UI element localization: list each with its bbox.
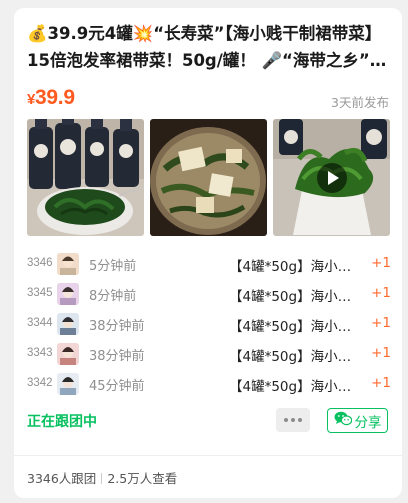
more-dots-icon (284, 418, 288, 422)
user-avatar (57, 313, 79, 335)
group-buy-card[interactable]: 💰39.9元4罐💥“长寿菜”【海小贱干制裙带菜】15倍泡发率裙带菜！50g/罐！… (14, 8, 402, 498)
order-product: 【4罐*50g】海小贱干制裙带菜 (229, 259, 357, 275)
order-quantity: +1 (371, 315, 391, 331)
order-quantity: +1 (371, 345, 391, 361)
followers-count: 3346人跟团 (27, 471, 97, 486)
share-label: 分享 (354, 414, 382, 431)
order-quantity: +1 (371, 255, 391, 271)
order-number: 3342 (27, 377, 53, 389)
seaweed-jars-photo[interactable] (27, 119, 144, 236)
group-status: 正在跟团中 (27, 414, 97, 430)
price: ¥39.9 (27, 86, 75, 110)
seaweed-bowl-video[interactable] (273, 119, 390, 236)
user-avatar (57, 373, 79, 395)
order-row[interactable]: 3345 8分钟前 【4罐*50g】海小贱干制裙带菜 +1 (27, 279, 391, 309)
posted-time: 3天前发布 (331, 95, 389, 110)
order-number: 3343 (27, 347, 53, 359)
price-row: ¥39.9 3天前发布 (27, 86, 389, 112)
order-list: 3346 5分钟前 【4罐*50g】海小贱干制裙带菜 +1 3345 8分钟前 … (27, 249, 391, 399)
order-number: 3344 (27, 317, 53, 329)
order-product: 【4罐*50g】海小贱干制裙带菜 (229, 319, 357, 335)
share-button[interactable]: 分享 (327, 408, 388, 433)
views-count: 2.5万人查看 (107, 471, 178, 486)
order-product: 【4罐*50g】海小贱干制裙带菜 (229, 289, 357, 305)
more-button[interactable] (276, 408, 310, 432)
order-row[interactable]: 3346 5分钟前 【4罐*50g】海小贱干制裙带菜 +1 (27, 249, 391, 279)
order-time: 45分钟前 (89, 379, 145, 394)
seaweed-soup-photo[interactable] (150, 119, 267, 236)
order-number: 3346 (27, 257, 53, 269)
price-currency: ¥ (27, 91, 36, 108)
order-time: 38分钟前 (89, 319, 145, 334)
post-title[interactable]: 💰39.9元4罐💥“长寿菜”【海小贱干制裙带菜】15倍泡发率裙带菜！50g/罐！… (27, 20, 387, 74)
order-row[interactable]: 3342 45分钟前 【4罐*50g】海小贱干制裙带菜 +1 (27, 369, 391, 399)
order-number: 3345 (27, 287, 53, 299)
user-avatar (57, 283, 79, 305)
user-avatar (57, 343, 79, 365)
order-product: 【4罐*50g】海小贱干制裙带菜 (229, 349, 357, 365)
order-quantity: +1 (371, 285, 391, 301)
order-row[interactable]: 3343 38分钟前 【4罐*50g】海小贱干制裙带菜 +1 (27, 339, 391, 369)
photo-gallery (27, 119, 390, 236)
order-quantity: +1 (371, 375, 391, 391)
order-product: 【4罐*50g】海小贱干制裙带菜 (229, 379, 357, 395)
order-time: 5分钟前 (89, 259, 137, 274)
order-time: 8分钟前 (89, 289, 137, 304)
footer-stats: 3346人跟团 2.5万人查看 (27, 468, 177, 487)
price-value: 39.9 (35, 86, 75, 109)
play-icon[interactable] (317, 163, 347, 193)
order-row[interactable]: 3344 38分钟前 【4罐*50g】海小贱干制裙带菜 +1 (27, 309, 391, 339)
order-time: 38分钟前 (89, 349, 145, 364)
divider (14, 455, 402, 456)
wechat-icon (334, 411, 352, 430)
user-avatar (57, 253, 79, 275)
